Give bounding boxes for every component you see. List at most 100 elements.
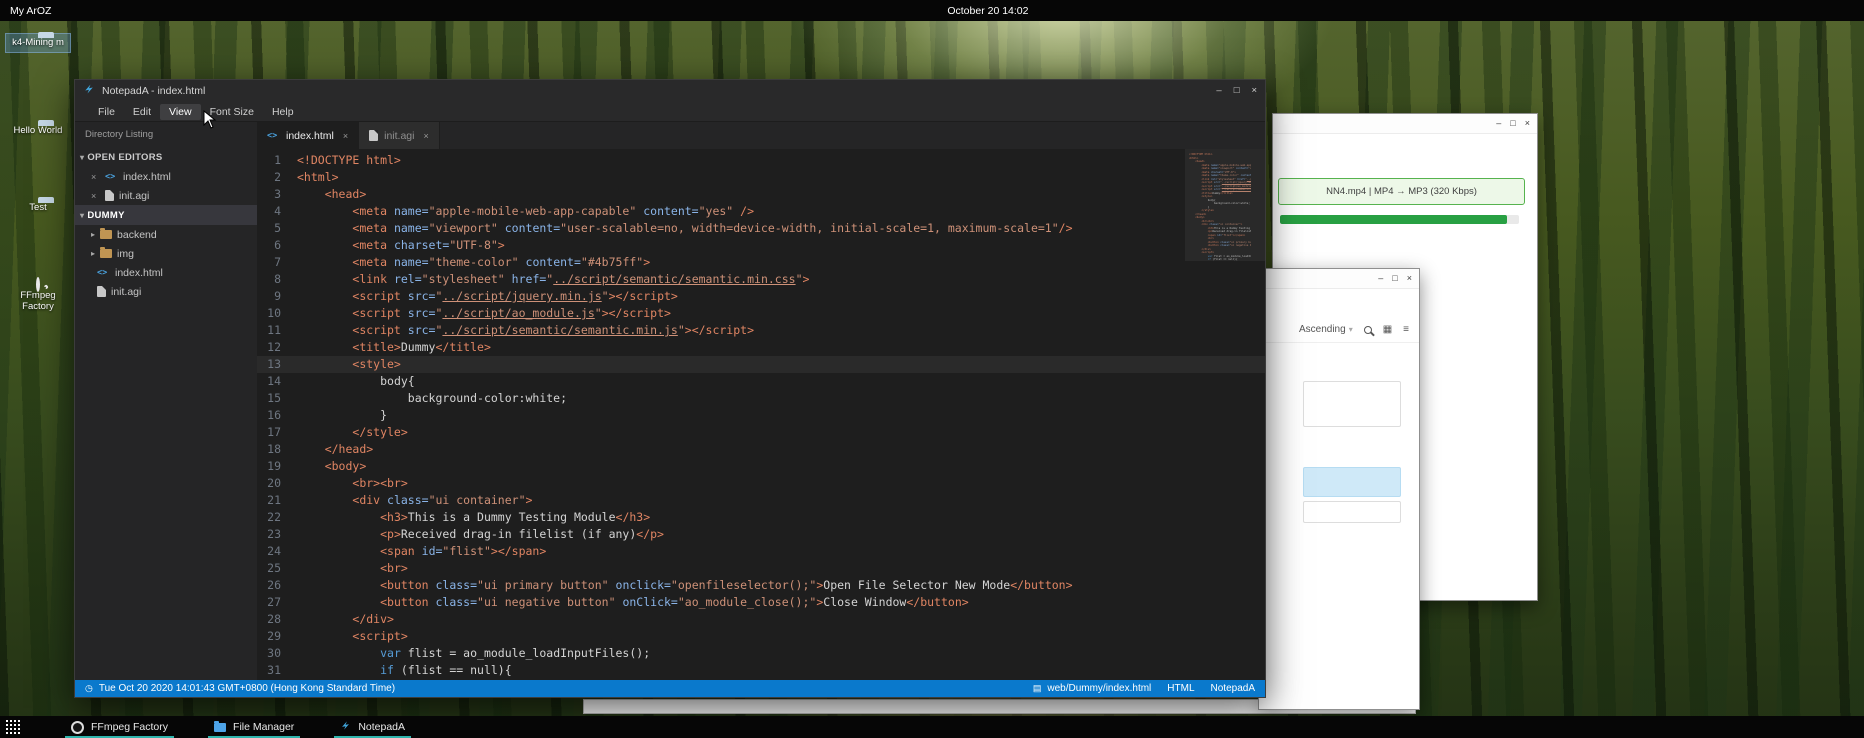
converter-titlebar[interactable]: – □ × xyxy=(1273,114,1537,134)
close-file-icon[interactable]: × xyxy=(91,172,100,182)
code-line[interactable]: 1<!DOCTYPE html> xyxy=(257,152,1265,169)
close-button[interactable]: × xyxy=(1525,119,1530,128)
code-line[interactable]: 26 <button class="ui primary button" onc… xyxy=(257,577,1265,594)
desktop-icon-test[interactable]: Test xyxy=(6,199,70,217)
tab-init-agi[interactable]: init.agi× xyxy=(359,122,440,149)
code-line[interactable]: 30 var flist = ao_module_loadInputFiles(… xyxy=(257,645,1265,662)
code-text: if (flist == null){ xyxy=(297,662,512,679)
sidebar-item-backend[interactable]: ▸backend xyxy=(75,225,257,244)
search-icon[interactable] xyxy=(1364,326,1372,334)
maximize-button[interactable]: □ xyxy=(1392,274,1397,283)
sidebar-item-label: index.html xyxy=(115,267,163,279)
code-line[interactable]: 7 <meta name="theme-color" content="#4b7… xyxy=(257,254,1265,271)
section-header-dummy[interactable]: ▾DUMMY xyxy=(75,205,257,225)
sidebar-item-index-html[interactable]: <>index.html xyxy=(75,263,257,282)
close-tab-icon[interactable]: × xyxy=(343,131,348,141)
code-text: <script src="../script/jquery.min.js"></… xyxy=(297,288,678,305)
taskbar-item-notepada[interactable]: NotepadA xyxy=(330,716,415,738)
code-text: <meta name="viewport" content="user-scal… xyxy=(297,220,1073,237)
code-line[interactable]: 11 <script src="../script/semantic/seman… xyxy=(257,322,1265,339)
close-tab-icon[interactable]: × xyxy=(423,131,428,141)
clock-icon: ◷ xyxy=(85,683,93,694)
code-line[interactable]: 27 <button class="ui negative button" on… xyxy=(257,594,1265,611)
code-line[interactable]: 20 <br><br> xyxy=(257,475,1265,492)
code-line[interactable]: 29 <script> xyxy=(257,628,1265,645)
taskbar-item-ffmpeg-factory[interactable]: FFmpeg Factory xyxy=(61,716,178,738)
code-line[interactable]: 12 <title>Dummy</title> xyxy=(257,339,1265,356)
minimize-button[interactable]: – xyxy=(1378,274,1383,283)
code-line[interactable]: 19 <body> xyxy=(257,458,1265,475)
minimize-button[interactable]: – xyxy=(1496,119,1501,128)
code-line[interactable]: 6 <meta charset="UTF-8"> xyxy=(257,237,1265,254)
file-manager-window[interactable]: – □ × Ascending ▾ ▦ ≡ xyxy=(1258,268,1420,710)
code-line[interactable]: 10 <script src="../script/ao_module.js">… xyxy=(257,305,1265,322)
code-line[interactable]: 15 background-color:white; xyxy=(257,390,1265,407)
menu-help[interactable]: Help xyxy=(263,104,303,120)
desktop-icon-hello-world[interactable]: Hello World xyxy=(6,122,70,140)
maximize-button[interactable]: □ xyxy=(1510,119,1515,128)
menu-edit[interactable]: Edit xyxy=(124,104,160,120)
desktop-icon-ffmpeg-factory[interactable]: FFmpeg Factory xyxy=(6,276,70,316)
sidebar-item-init-agi[interactable]: ×init.agi xyxy=(75,186,257,205)
file-item[interactable] xyxy=(1303,501,1401,523)
notepada-titlebar[interactable]: NotepadA - index.html – □ × xyxy=(75,80,1265,102)
code-text: <script src="../script/semantic/semantic… xyxy=(297,322,754,339)
tab-index-html[interactable]: <>index.html× xyxy=(257,122,359,149)
sort-dropdown[interactable]: Ascending ▾ xyxy=(1299,324,1353,335)
maximize-button[interactable]: □ xyxy=(1234,86,1240,96)
taskbar-item-file-manager[interactable]: File Manager xyxy=(204,716,304,738)
code-line[interactable]: 17 </style> xyxy=(257,424,1265,441)
line-number: 30 xyxy=(257,645,297,662)
code-line[interactable]: 21 <div class="ui container"> xyxy=(257,492,1265,509)
code-line[interactable]: 23 <p>Received drag-in filelist (if any)… xyxy=(257,526,1265,543)
file-manager-toolbar: Ascending ▾ ▦ ≡ xyxy=(1259,317,1419,343)
code-line[interactable]: 4 <meta name="apple-mobile-web-app-capab… xyxy=(257,203,1265,220)
code-line[interactable]: 24 <span id="flist"></span> xyxy=(257,543,1265,560)
file-item-selected[interactable] xyxy=(1303,467,1401,497)
desktop-icon-k4-mining-m[interactable]: k4-Mining m xyxy=(6,34,70,52)
file-item[interactable] xyxy=(1303,381,1401,427)
code-line[interactable]: 18 </head> xyxy=(257,441,1265,458)
grid-view-icon[interactable]: ▦ xyxy=(1383,324,1392,335)
code-editor[interactable]: 1<!DOCTYPE html>2<html>3 <head>4 <meta n… xyxy=(257,149,1265,680)
close-file-icon[interactable]: × xyxy=(91,191,100,201)
sidebar-item-img[interactable]: ▸img xyxy=(75,244,257,263)
code-line[interactable]: 13 <style> xyxy=(257,356,1265,373)
status-language[interactable]: HTML xyxy=(1167,683,1194,694)
code-line[interactable]: 22 <h3>This is a Dummy Testing Module</h… xyxy=(257,509,1265,526)
list-view-icon[interactable]: ≡ xyxy=(1403,324,1409,335)
line-number: 11 xyxy=(257,322,297,339)
code-line[interactable]: 3 <head> xyxy=(257,186,1265,203)
code-text: <meta name="theme-color" content="#4b75f… xyxy=(297,254,650,271)
menu-view[interactable]: View xyxy=(160,104,201,120)
minimap[interactable]: <!DOCTYPE html><html> <head> <meta name=… xyxy=(1189,153,1251,262)
code-text: background-color:white; xyxy=(297,390,567,407)
close-button[interactable]: × xyxy=(1407,274,1412,283)
file-manager-titlebar[interactable]: – □ × xyxy=(1259,269,1419,289)
sidebar-heading: Directory Listing xyxy=(75,122,257,147)
code-line[interactable]: 5 <meta name="viewport" content="user-sc… xyxy=(257,220,1265,237)
line-number: 17 xyxy=(257,424,297,441)
code-line[interactable]: 8 <link rel="stylesheet" href="../script… xyxy=(257,271,1265,288)
code-line[interactable]: 28 </div> xyxy=(257,611,1265,628)
code-line[interactable]: 16 } xyxy=(257,407,1265,424)
code-line[interactable]: 25 <br> xyxy=(257,560,1265,577)
taskbar-item-label: NotepadA xyxy=(358,721,405,733)
status-filepath[interactable]: web/Dummy/index.html xyxy=(1047,683,1151,694)
section-header-open-editors[interactable]: ▾OPEN EDITORS xyxy=(75,147,257,167)
code-text: <script> xyxy=(297,628,408,645)
hostname-label[interactable]: My ArOZ xyxy=(10,5,51,17)
code-line[interactable]: 31 if (flist == null){ xyxy=(257,662,1265,679)
line-number: 8 xyxy=(257,271,297,288)
line-number: 16 xyxy=(257,407,297,424)
code-line[interactable]: 9 <script src="../script/jquery.min.js">… xyxy=(257,288,1265,305)
line-number: 7 xyxy=(257,254,297,271)
sidebar-item-index-html[interactable]: ×<>index.html xyxy=(75,167,257,186)
start-menu-button[interactable] xyxy=(5,719,21,735)
code-line[interactable]: 2<html> xyxy=(257,169,1265,186)
minimize-button[interactable]: – xyxy=(1216,86,1221,96)
code-line[interactable]: 14 body{ xyxy=(257,373,1265,390)
menu-file[interactable]: File xyxy=(89,104,124,120)
sidebar-item-init-agi[interactable]: init.agi xyxy=(75,282,257,301)
close-button[interactable]: × xyxy=(1251,86,1257,96)
